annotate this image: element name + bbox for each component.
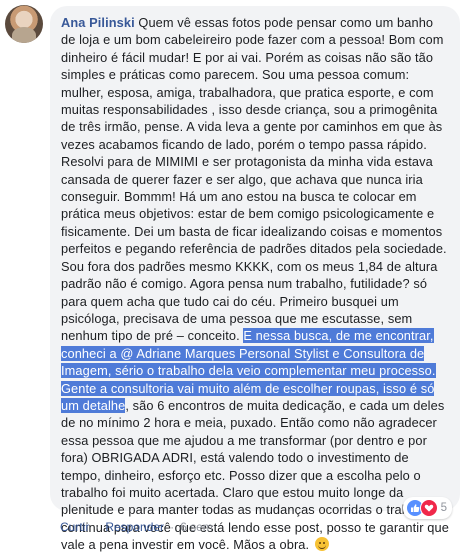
comment-text: Quem vê essas fotos pode pensar como um … — [61, 15, 447, 344]
author-avatar[interactable] — [5, 5, 43, 43]
reply-button[interactable]: Responder — [105, 520, 164, 534]
like-button[interactable]: Curtir — [60, 520, 89, 534]
action-separator: · — [170, 520, 175, 534]
comment-body: Ana Pilinski Quem vê essas fotos pode pe… — [61, 14, 450, 554]
comment-bubble: Ana Pilinski Quem vê essas fotos pode pe… — [50, 6, 460, 552]
reaction-count: 5 — [440, 502, 447, 514]
reactions-summary[interactable]: 5 — [402, 497, 452, 519]
smiling-face-emoji-icon — [314, 537, 329, 552]
action-separator: · — [95, 520, 100, 534]
comment-author-link[interactable]: Ana Pilinski — [61, 15, 135, 30]
comment-timestamp[interactable]: 6 sem — [180, 520, 213, 534]
love-icon — [419, 499, 438, 517]
comment-actions: Curtir · Responder · 6 sem — [60, 520, 213, 534]
